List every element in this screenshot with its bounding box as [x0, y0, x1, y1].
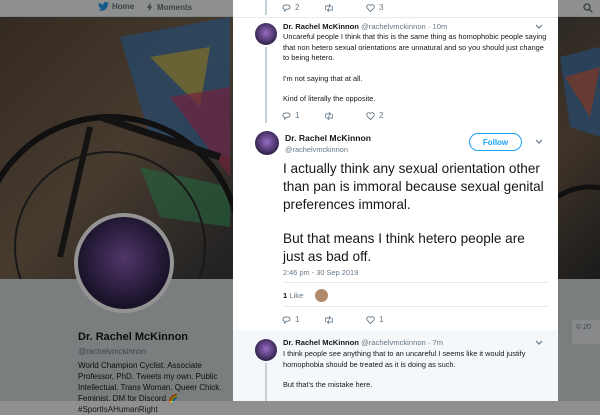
thread-line — [265, 47, 267, 123]
reply-paragraph: I think people see anything that to an u… — [283, 349, 526, 369]
main-tweet-text: I actually think any sexual orientation … — [283, 160, 548, 266]
main-tweet-author-handle[interactable]: @rachelvmckinnon — [285, 145, 371, 154]
reply-count: 2 — [295, 3, 300, 12]
reply-author-name[interactable]: Dr. Rachel McKinnon — [283, 338, 359, 347]
divider — [233, 17, 558, 18]
tweet-header: Dr. Rachel McKinnon @rachelvmckinnon · 1… — [283, 22, 447, 31]
main-tweet-paragraph: But that means I think hetero people are… — [283, 231, 525, 264]
reply-tweet-avatar[interactable] — [255, 339, 277, 361]
chevron-down-icon[interactable] — [535, 24, 543, 30]
retweet-icon — [325, 315, 333, 324]
reply-icon — [282, 315, 291, 324]
follow-button[interactable]: Follow — [469, 133, 522, 151]
reply-paragraph: But that's the mistake here. — [283, 380, 373, 389]
tweet-paragraph: Uncareful people I think that this is th… — [283, 32, 547, 62]
reply-button[interactable]: 1 — [282, 111, 324, 120]
thread-line — [265, 363, 267, 401]
thread-line — [265, 0, 267, 15]
like-count: 3 — [379, 3, 384, 12]
like-button[interactable]: 3 — [366, 3, 408, 12]
main-tweet-author-name[interactable]: Dr. Rachel McKinnon — [285, 133, 371, 143]
tweet-author-name[interactable]: Dr. Rachel McKinnon — [283, 22, 359, 31]
reply-icon — [282, 111, 291, 120]
liker-avatar[interactable] — [314, 288, 329, 303]
main-tweet-paragraph: I actually think any sexual orientation … — [283, 161, 544, 212]
tweet-author-handle[interactable]: @rachelvmckinnon — [361, 22, 426, 31]
heart-icon — [366, 315, 375, 324]
main-tweet-timestamp[interactable]: 2:46 pm - 30 Sep 2019 — [283, 268, 358, 277]
reply-tweet[interactable]: Dr. Rachel McKinnon @rachelvmckinnon · 7… — [233, 330, 558, 401]
reply-count: 1 — [295, 111, 300, 120]
reply-time[interactable]: · 7m — [428, 338, 443, 347]
likes-word: Like — [289, 291, 304, 300]
reply-count: 1 — [295, 315, 300, 324]
reply-tweet-text: I think people see anything that to an u… — [283, 349, 548, 391]
reply-author-handle[interactable]: @rachelvmckinnon — [361, 338, 426, 347]
retweet-icon — [325, 111, 333, 120]
reply-button[interactable]: 1 — [282, 315, 324, 324]
main-tweet-header: Dr. Rachel McKinnon @rachelvmckinnon — [285, 133, 371, 154]
retweet-button[interactable] — [324, 315, 366, 324]
like-button[interactable]: 2 — [366, 111, 408, 120]
retweet-button[interactable] — [324, 111, 366, 120]
chevron-down-icon[interactable] — [535, 139, 543, 145]
retweet-button[interactable] — [324, 3, 366, 12]
retweet-icon — [325, 3, 333, 12]
divider — [283, 306, 548, 307]
likes-summary[interactable]: 1 Like — [283, 291, 303, 300]
main-tweet-avatar[interactable] — [255, 131, 279, 155]
reply-icon — [282, 3, 291, 12]
tweet-paragraph: Kind of literally the opposite. — [283, 94, 376, 103]
tweet-avatar[interactable] — [255, 23, 277, 45]
chevron-down-icon[interactable] — [535, 340, 543, 346]
like-button[interactable]: 1 — [366, 315, 408, 324]
tweet-actions: 1 2 — [282, 111, 408, 120]
tweet-thread-panel: 2 3 Dr. Rachel McKinnon @rachelvmckinnon… — [233, 0, 558, 401]
tweet-time[interactable]: · 10m — [428, 22, 447, 31]
reply-button[interactable]: 2 — [282, 3, 324, 12]
tweet-paragraph: I'm not saying that at all. — [283, 73, 363, 83]
tweet-text: Uncareful people I think that this is th… — [283, 32, 548, 105]
like-count: 2 — [379, 111, 384, 120]
likes-number: 1 — [283, 291, 288, 300]
like-count: 1 — [379, 315, 384, 324]
heart-icon — [366, 111, 375, 120]
heart-icon — [366, 3, 375, 12]
reply-tweet-header: Dr. Rachel McKinnon @rachelvmckinnon · 7… — [283, 338, 443, 347]
top-tweet-actions: 2 3 — [282, 3, 408, 12]
main-tweet-actions: 1 1 — [282, 315, 408, 324]
divider — [283, 282, 548, 283]
